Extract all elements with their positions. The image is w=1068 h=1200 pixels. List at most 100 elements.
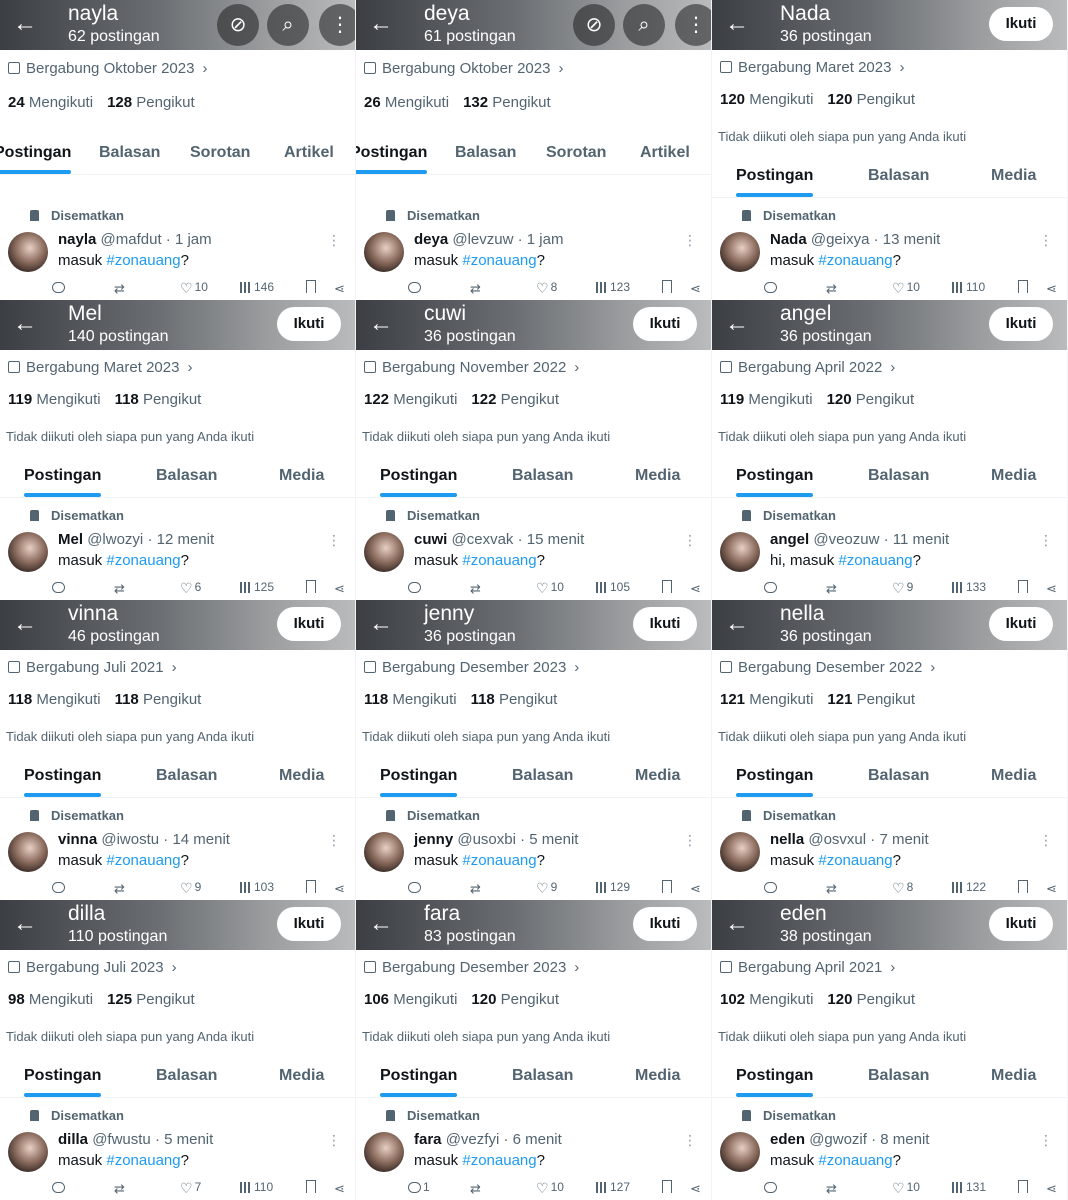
author-name[interactable]: jenny [414,831,453,848]
tab-replies[interactable]: Balasan [455,144,516,162]
avatar[interactable] [364,232,404,272]
following-count[interactable]: 102 [720,991,745,1008]
author-handle[interactable]: @cexvak [452,531,514,548]
like-button[interactable]: ♡ 7 [180,1180,201,1197]
tab-replies[interactable]: Balasan [512,767,573,785]
back-arrow-icon[interactable]: ← [366,609,396,639]
author-handle[interactable]: @gwozif [809,1131,867,1148]
follow-button[interactable]: Ikuti [633,907,697,941]
share-button[interactable]: ⋖ [1046,580,1059,597]
post-more-icon[interactable]: ⋮ [1039,1132,1053,1149]
avatar[interactable] [364,532,404,572]
bookmark-button[interactable] [662,580,674,594]
follow-button[interactable]: Ikuti [989,307,1053,341]
reply-button[interactable] [408,280,423,294]
tab-posts[interactable]: Postingan [24,467,102,497]
author-name[interactable]: angel [770,531,809,548]
tab-replies[interactable]: Balasan [156,767,217,785]
author-name[interactable]: eden [770,1131,805,1148]
like-button[interactable]: ♡ 10 [892,280,920,297]
share-button[interactable]: ⋖ [1046,880,1059,897]
back-arrow-icon[interactable]: ← [366,909,396,939]
author-name[interactable]: nella [770,831,804,848]
tab-highlights[interactable]: Sorotan [190,144,250,162]
author-name[interactable]: dilla [58,1131,88,1148]
more-options-icon[interactable]: ⋮ [319,4,355,46]
repost-button[interactable]: ⇄ [826,280,839,297]
post-more-icon[interactable]: ⋮ [327,232,341,249]
follow-button[interactable]: Ikuti [277,607,341,641]
following-count[interactable]: 119 [8,391,32,408]
repost-button[interactable]: ⇄ [470,1180,483,1197]
tab-posts[interactable]: Postingan [24,1067,102,1097]
tab-posts[interactable]: Postingan [380,767,458,797]
back-arrow-icon[interactable]: ← [10,309,40,339]
avatar[interactable] [364,832,404,872]
post-more-icon[interactable]: ⋮ [683,1132,697,1149]
author-handle[interactable]: @veozuw [813,531,879,548]
avatar[interactable] [720,532,760,572]
followers-count[interactable]: 120 [827,391,852,408]
hashtag-link[interactable]: #zonauang [106,552,180,569]
tab-highlights[interactable]: Sorotan [546,144,606,162]
reply-button[interactable] [52,280,67,294]
hashtag-link[interactable]: #zonauang [106,1152,180,1169]
avatar[interactable] [364,1132,404,1172]
share-button[interactable]: ⋖ [1046,280,1059,297]
tab-posts[interactable]: Postingan [380,467,458,497]
hashtag-link[interactable]: #zonauang [838,552,912,569]
chevron-right-icon[interactable]: › [574,659,579,676]
bookmark-button[interactable] [306,1180,318,1194]
avatar[interactable] [8,832,48,872]
followers-count[interactable]: 118 [115,391,139,408]
hashtag-link[interactable]: #zonauang [818,1152,892,1169]
like-button[interactable]: ♡ 8 [892,880,913,897]
follow-button[interactable]: Ikuti [989,7,1053,41]
more-options-icon[interactable]: ⋮ [675,4,711,46]
follow-button[interactable]: Ikuti [633,607,697,641]
post-more-icon[interactable]: ⋮ [327,1132,341,1149]
no-sync-icon[interactable]: ⊘ [217,4,259,46]
followers-count[interactable]: 120 [471,991,496,1008]
follow-button[interactable]: Ikuti [633,307,697,341]
back-arrow-icon[interactable]: ← [722,309,752,339]
reply-button[interactable] [408,880,423,894]
tab-replies[interactable]: Balasan [512,467,573,485]
repost-button[interactable]: ⇄ [470,580,483,597]
repost-button[interactable]: ⇄ [470,880,483,897]
back-arrow-icon[interactable]: ← [366,9,396,39]
views-button[interactable]: 105 [596,580,630,594]
views-button[interactable]: 129 [596,880,630,894]
followers-count[interactable]: 118 [471,691,495,708]
reply-button[interactable] [52,880,67,894]
bookmark-button[interactable] [1018,580,1030,594]
author-name[interactable]: nayla [58,231,96,248]
chevron-right-icon[interactable]: › [899,59,904,76]
share-button[interactable]: ⋖ [334,880,347,897]
tab-media[interactable]: Media [991,1067,1036,1085]
following-count[interactable]: 118 [364,691,388,708]
chevron-right-icon[interactable]: › [890,359,895,376]
followers-count[interactable]: 121 [827,691,852,708]
following-count[interactable]: 98 [8,991,25,1008]
following-count[interactable]: 106 [364,991,389,1008]
tab-posts[interactable]: Postingan [380,1067,458,1097]
bookmark-button[interactable] [306,280,318,294]
followers-count[interactable]: 120 [827,91,852,108]
like-button[interactable]: ♡ 9 [180,880,201,897]
reply-button[interactable] [764,1180,779,1194]
following-count[interactable]: 122 [364,391,389,408]
bookmark-button[interactable] [662,280,674,294]
back-arrow-icon[interactable]: ← [10,909,40,939]
tab-media[interactable]: Media [279,467,324,485]
author-handle[interactable]: @iwostu [101,831,159,848]
avatar[interactable] [720,1132,760,1172]
repost-button[interactable]: ⇄ [114,1180,127,1197]
back-arrow-icon[interactable]: ← [722,609,752,639]
reply-button[interactable] [764,880,779,894]
share-button[interactable]: ⋖ [334,1180,347,1197]
bookmark-button[interactable] [1018,1180,1030,1194]
following-count[interactable]: 119 [720,391,744,408]
following-count[interactable]: 121 [720,691,745,708]
tab-replies[interactable]: Balasan [868,467,929,485]
